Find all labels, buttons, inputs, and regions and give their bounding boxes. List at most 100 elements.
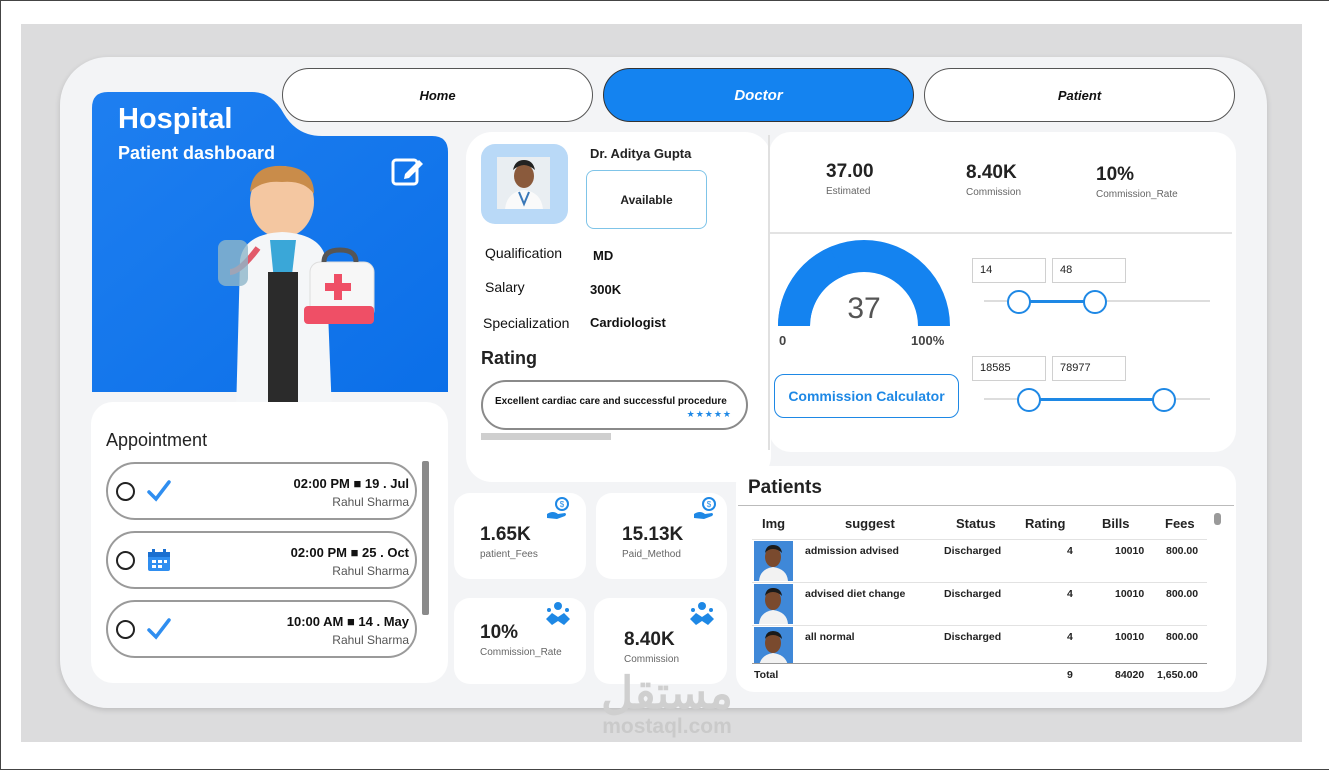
- handshake-icon: [546, 602, 570, 625]
- tab-doctor[interactable]: Doctor: [603, 68, 914, 122]
- cell-rating: 4: [1067, 545, 1073, 557]
- watermark-arabic: مستقل: [601, 669, 733, 718]
- gauge-min-label: 0: [779, 333, 787, 348]
- appointment-item[interactable]: 02:00 PM ■ 19 . Jul Rahul Sharma: [106, 462, 417, 520]
- divider: [768, 135, 770, 450]
- review-text: Excellent cardiac care and successful pr…: [495, 396, 727, 407]
- commission-rate-value: 10%: [1096, 164, 1135, 185]
- range2-slider-fill: [1029, 398, 1165, 401]
- patient-photo: [754, 627, 793, 663]
- doctor-illustration: [218, 165, 375, 414]
- appointment-patient: Rahul Sharma: [332, 495, 409, 509]
- cell-suggest: admission advised: [805, 545, 899, 557]
- commission-rate-label: Commission_Rate: [1096, 189, 1178, 200]
- appointment-patient: Rahul Sharma: [332, 564, 409, 578]
- divider: [752, 582, 1207, 583]
- range2-max-handle[interactable]: [1152, 388, 1176, 412]
- appointment-radio[interactable]: [116, 482, 135, 501]
- gauge-max-label: 100%: [911, 333, 945, 348]
- kpi-label: Paid_Method: [622, 549, 681, 560]
- doctor-name: Dr. Aditya Gupta: [590, 146, 692, 161]
- total-fees: 1,650.00: [1157, 669, 1198, 681]
- divider: [752, 539, 1207, 540]
- range1-max-input[interactable]: 48: [1052, 258, 1126, 283]
- review-box[interactable]: Excellent cardiac care and successful pr…: [481, 380, 748, 430]
- range1-max-handle[interactable]: [1083, 290, 1107, 314]
- review-scrollbar[interactable]: [481, 433, 611, 440]
- patient-photo: [754, 541, 793, 581]
- kpi-value: 1.65K: [480, 524, 531, 545]
- qualification-value: MD: [593, 248, 614, 263]
- divider: [770, 232, 1232, 234]
- total-rating: 9: [1067, 669, 1073, 681]
- rating-title: Rating: [481, 348, 537, 368]
- kpi-label: Commission_Rate: [480, 647, 562, 658]
- kpi-value: 10%: [480, 622, 519, 643]
- column-header-status[interactable]: Status: [956, 516, 996, 531]
- money-hand-icon: $: [547, 497, 569, 519]
- range2-min-input[interactable]: 18585: [972, 356, 1046, 381]
- checkmark-icon: [147, 618, 171, 640]
- appointment-time: 02:00 PM ■ 25 . Oct: [290, 545, 409, 560]
- hero-title: Hospital: [118, 103, 233, 135]
- cell-rating: 4: [1067, 588, 1073, 600]
- kpi-value: 15.13K: [622, 524, 684, 545]
- total-label: Total: [754, 669, 779, 681]
- divider: [738, 505, 1234, 506]
- appointment-time: 10:00 AM ■ 14 . May: [286, 614, 409, 629]
- checkmark-icon: [147, 480, 171, 502]
- column-header-bills[interactable]: Bills: [1102, 516, 1129, 531]
- range1-min-input[interactable]: 14: [972, 258, 1046, 283]
- commission-value: 8.40K: [966, 162, 1017, 183]
- gauge-value: 37: [847, 292, 881, 325]
- specialization-label: Specialization: [483, 315, 570, 331]
- kpi-label: Commission: [624, 654, 680, 665]
- column-header-suggest[interactable]: suggest: [845, 516, 895, 531]
- kpi-value: 8.40K: [624, 629, 675, 650]
- cell-suggest: all normal: [805, 631, 855, 643]
- range1-min-handle[interactable]: [1007, 290, 1031, 314]
- svg-text:$: $: [707, 500, 712, 509]
- calendar-icon: [148, 549, 170, 571]
- column-header-img[interactable]: Img: [762, 516, 785, 531]
- cell-status: Discharged: [944, 631, 1002, 643]
- cell-fees: 800.00: [1166, 545, 1199, 557]
- tab-patient[interactable]: Patient: [924, 68, 1235, 122]
- cell-rating: 4: [1067, 631, 1073, 643]
- cell-bills: 10010: [1115, 588, 1145, 600]
- cell-bills: 10010: [1115, 631, 1145, 643]
- column-header-fees[interactable]: Fees: [1165, 516, 1195, 531]
- cell-fees: 800.00: [1166, 631, 1199, 643]
- salary-label: Salary: [485, 279, 525, 295]
- handshake-icon: [690, 602, 714, 625]
- table-scrollbar[interactable]: [1214, 513, 1221, 525]
- divider: [752, 625, 1207, 626]
- appointment-radio[interactable]: [116, 620, 135, 639]
- commission-label: Commission: [966, 187, 1022, 198]
- cell-bills: 10010: [1115, 545, 1145, 557]
- specialization-value: Cardiologist: [590, 315, 666, 330]
- range2-max-input[interactable]: 78977: [1052, 356, 1126, 381]
- commission-calculator-button[interactable]: Commission Calculator: [774, 374, 959, 418]
- patients-title: Patients: [748, 477, 822, 498]
- cell-status: Discharged: [944, 588, 1002, 600]
- appointment-scrollbar[interactable]: [422, 461, 429, 615]
- cell-fees: 800.00: [1166, 588, 1199, 600]
- appointment-item[interactable]: 02:00 PM ■ 25 . Oct Rahul Sharma: [106, 531, 417, 589]
- kpi-label: patient_Fees: [480, 549, 538, 560]
- review-stars: ★★★★★: [686, 409, 732, 419]
- qualification-label: Qualification: [485, 245, 563, 261]
- edit-icon[interactable]: [390, 153, 426, 189]
- patient-photo: [754, 584, 793, 624]
- svg-text:$: $: [560, 500, 565, 509]
- appointment-time: 02:00 PM ■ 19 . Jul: [293, 476, 409, 491]
- appointment-radio[interactable]: [116, 551, 135, 570]
- column-header-rating[interactable]: Rating: [1025, 516, 1065, 531]
- availability-status[interactable]: Available: [586, 170, 707, 229]
- appointment-item[interactable]: 10:00 AM ■ 14 . May Rahul Sharma: [106, 600, 417, 658]
- doctor-avatar: [481, 144, 568, 224]
- appointment-patient: Rahul Sharma: [332, 633, 409, 647]
- salary-value: 300K: [590, 282, 622, 297]
- range2-min-handle[interactable]: [1017, 388, 1041, 412]
- hero-subtitle: Patient dashboard: [118, 143, 276, 163]
